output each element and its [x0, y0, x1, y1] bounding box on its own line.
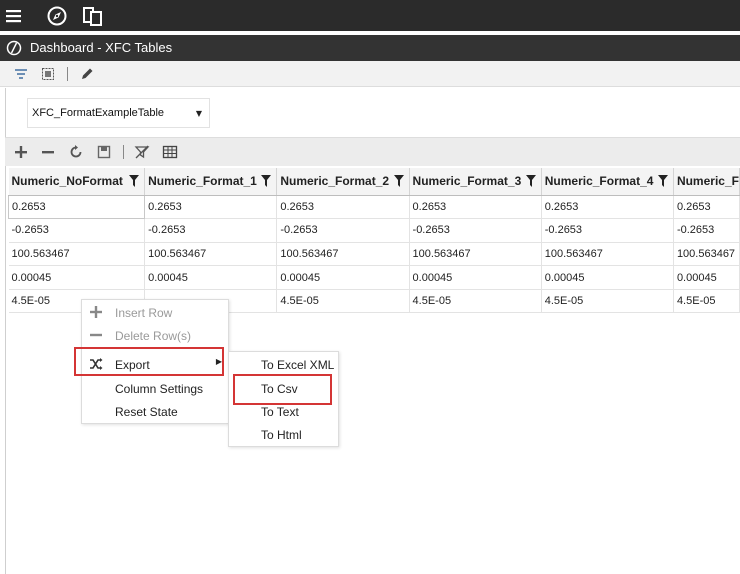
save-icon[interactable] — [96, 144, 112, 160]
column-filter-icon[interactable] — [657, 175, 668, 187]
submenu-item-text[interactable]: To Text — [229, 400, 338, 423]
column-filter-icon[interactable] — [525, 175, 536, 187]
clear-filter-icon[interactable] — [134, 144, 150, 160]
table-cell[interactable]: 0.00045 — [673, 265, 740, 290]
column-header[interactable]: Numeric_NoFormat — [8, 168, 146, 196]
dashboard-logo-icon — [6, 40, 22, 56]
table-cell[interactable]: 4.5E-05 — [541, 289, 674, 314]
column-header[interactable]: Numeric_F — [673, 168, 740, 196]
table-cell[interactable]: 0.00045 — [8, 265, 146, 290]
menu-item-label: Column Settings — [115, 382, 204, 396]
menu-item-label: Delete Row(s) — [115, 329, 192, 343]
table-cell[interactable]: 100.563467 — [144, 242, 278, 267]
submenu-item-label: To Html — [261, 428, 302, 442]
submenu-item-excel-xml[interactable]: To Excel XML — [229, 353, 338, 376]
table-row[interactable]: 0.00045 0.00045 0.00045 0.00045 0.00045 … — [8, 265, 740, 290]
table-cell[interactable]: 100.563467 — [541, 242, 674, 267]
app-top-bar — [0, 0, 740, 31]
table-cell[interactable]: -0.2653 — [276, 218, 410, 243]
table-cell[interactable]: 0.2653 — [7, 194, 146, 220]
column-header[interactable]: Numeric_Format_4 — [541, 168, 674, 196]
grid-toolbar — [5, 137, 740, 166]
table-cell[interactable]: 100.563467 — [409, 242, 542, 267]
menu-item-reset-state[interactable]: Reset State — [82, 400, 228, 423]
minus-icon — [89, 328, 103, 342]
menu-item-label: Export — [115, 358, 150, 372]
dashboard-title: Dashboard - XFC Tables — [30, 40, 173, 55]
table-cell[interactable]: 100.563467 — [276, 242, 410, 267]
menu-item-delete-rows[interactable]: Delete Row(s) — [82, 324, 228, 347]
export-grid-icon[interactable] — [162, 144, 178, 160]
table-cell[interactable]: 0.2653 — [541, 195, 674, 220]
toolbar-separator — [67, 67, 68, 81]
table-cell[interactable]: 0.00045 — [276, 265, 410, 290]
table-select-value: XFC_FormatExampleTable — [32, 107, 165, 119]
column-filter-icon[interactable] — [261, 175, 272, 187]
table-row[interactable]: 0.2653 0.2653 0.2653 0.2653 0.2653 0.265… — [7, 194, 740, 220]
context-menu: Insert Row Delete Row(s) Export ▶ Column… — [81, 299, 229, 424]
data-grid: Numeric_NoFormat Numeric_Format_1 Numeri… — [7, 168, 740, 314]
grid-header-row: Numeric_NoFormat Numeric_Format_1 Numeri… — [8, 168, 740, 196]
table-cell[interactable]: 0.00045 — [409, 265, 542, 290]
table-cell[interactable]: 100.563467 — [8, 242, 146, 267]
plus-icon — [89, 305, 103, 319]
table-cell[interactable]: -0.2653 — [144, 218, 278, 243]
dropdown-arrow-icon: ▼ — [195, 109, 202, 118]
column-filter-icon[interactable] — [129, 175, 140, 187]
submenu-item-label: To Excel XML — [261, 358, 335, 372]
table-cell[interactable]: 0.2653 — [276, 195, 410, 220]
add-icon[interactable] — [13, 144, 29, 160]
refresh-icon[interactable] — [68, 144, 84, 160]
filter-icon[interactable] — [13, 66, 29, 82]
table-cell[interactable]: 0.2653 — [409, 195, 542, 220]
table-cell[interactable]: -0.2653 — [8, 218, 146, 243]
submenu-item-csv[interactable]: To Csv — [229, 377, 338, 400]
submenu-item-html[interactable]: To Html — [229, 423, 338, 446]
grid-toolbar-separator — [123, 145, 124, 159]
table-cell[interactable]: -0.2653 — [673, 218, 740, 243]
table-cell[interactable]: 0.00045 — [541, 265, 674, 290]
table-cell[interactable]: 4.5E-05 — [673, 289, 740, 314]
table-cell[interactable]: 0.2653 — [144, 195, 278, 220]
menu-item-insert-row[interactable]: Insert Row — [82, 301, 228, 324]
edit-pencil-icon[interactable] — [79, 66, 95, 82]
table-cell[interactable]: -0.2653 — [409, 218, 542, 243]
submenu-arrow-icon: ▶ — [215, 357, 222, 366]
select-icon[interactable] — [40, 66, 56, 82]
table-cell[interactable]: 4.5E-05 — [276, 289, 410, 314]
table-cell[interactable]: 0.00045 — [144, 265, 278, 290]
export-shuffle-icon — [89, 357, 103, 371]
table-cell[interactable]: -0.2653 — [541, 218, 674, 243]
table-select-dropdown[interactable]: XFC_FormatExampleTable ▼ — [27, 98, 210, 128]
table-row[interactable]: 100.563467 100.563467 100.563467 100.563… — [8, 242, 740, 267]
dashboard-toolbar — [0, 61, 740, 87]
submenu-item-label: To Text — [261, 405, 299, 419]
menu-item-label: Insert Row — [115, 306, 173, 320]
export-submenu: To Excel XML To Csv To Text To Html — [228, 351, 339, 447]
menu-item-column-settings[interactable]: Column Settings — [82, 377, 228, 400]
column-filter-icon[interactable] — [393, 175, 404, 187]
remove-icon[interactable] — [40, 144, 56, 160]
table-cell[interactable]: 0.2653 — [673, 195, 740, 220]
table-row[interactable]: -0.2653 -0.2653 -0.2653 -0.2653 -0.2653 … — [8, 218, 740, 243]
column-header[interactable]: Numeric_Format_1 — [144, 168, 278, 196]
table-cell[interactable]: 100.563467 — [673, 242, 740, 267]
menu-item-label: Reset State — [115, 405, 178, 419]
column-header[interactable]: Numeric_Format_3 — [409, 168, 542, 196]
column-header[interactable]: Numeric_Format_2 — [276, 168, 410, 196]
hamburger-menu-icon[interactable] — [5, 5, 27, 27]
navigation-compass-icon[interactable] — [46, 5, 68, 27]
menu-item-export[interactable]: Export ▶ — [82, 353, 228, 376]
pages-icon[interactable] — [82, 5, 104, 27]
submenu-item-label: To Csv — [261, 382, 298, 396]
table-cell[interactable]: 4.5E-05 — [409, 289, 542, 314]
dashboard-title-bar: Dashboard - XFC Tables — [0, 35, 740, 61]
